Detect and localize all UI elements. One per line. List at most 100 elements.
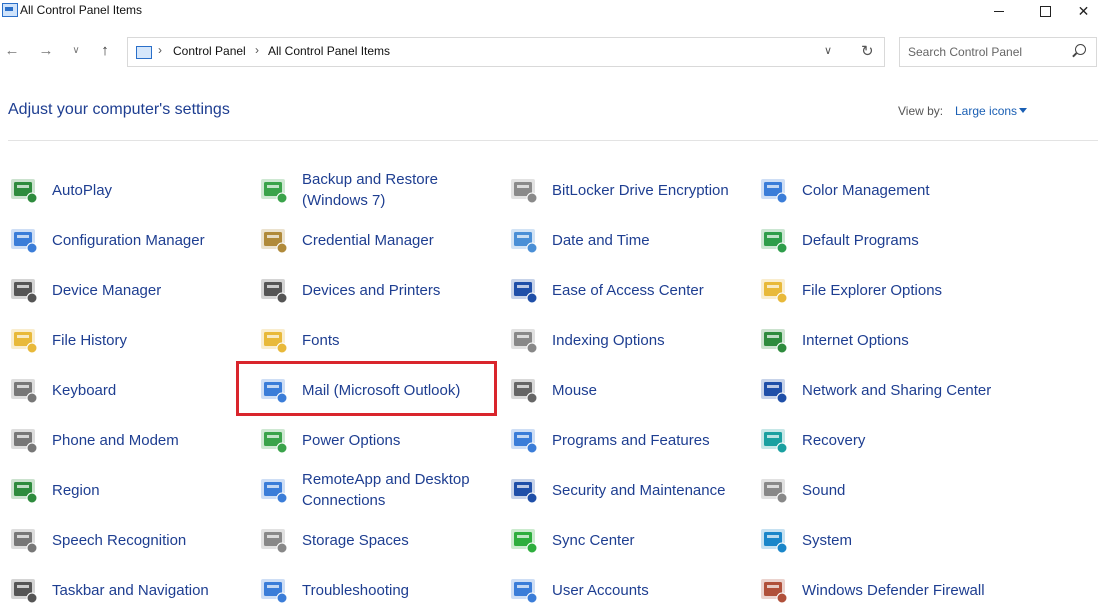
taskbar-navigation-icon — [11, 579, 38, 604]
control-panel-item[interactable]: Date and Time — [508, 218, 748, 262]
minimize-icon — [994, 10, 1004, 12]
control-panel-item[interactable]: File Explorer Options — [758, 268, 998, 312]
recent-locations-button[interactable]: ∨ — [64, 38, 88, 62]
control-panel-item[interactable]: Network and Sharing Center — [758, 368, 998, 412]
control-panel-item-label: RemoteApp and Desktop Connections — [302, 471, 470, 509]
chevron-down-icon: ∨ — [824, 45, 833, 57]
search-icon[interactable] — [1075, 44, 1086, 55]
control-panel-item-label: Storage Spaces — [302, 531, 409, 549]
forward-button[interactable]: → — [34, 38, 58, 62]
bitlocker-icon — [511, 179, 538, 204]
close-icon: ✕ — [1077, 2, 1090, 19]
control-panel-item[interactable]: Fonts — [258, 318, 498, 362]
date-time-icon — [511, 229, 538, 254]
control-panel-item[interactable]: Indexing Options — [508, 318, 748, 362]
control-panel-item[interactable]: Speech Recognition — [8, 518, 248, 562]
control-panel-item-label: Phone and Modem — [52, 431, 179, 449]
control-panel-item-label: Recovery — [802, 431, 866, 449]
control-panel-item[interactable]: Sound — [758, 468, 998, 512]
default-programs-icon — [761, 229, 788, 254]
control-panel-item[interactable]: System — [758, 518, 998, 562]
control-panel-item[interactable]: BitLocker Drive Encryption — [508, 168, 748, 212]
sync-center-icon — [511, 529, 538, 554]
control-panel-item-label: Device Manager — [52, 281, 162, 299]
control-panel-icon — [2, 3, 18, 17]
control-panel-item[interactable]: RemoteApp and Desktop Connections — [258, 468, 498, 512]
address-bar[interactable]: › Control Panel › All Control Panel Item… — [127, 37, 885, 67]
control-panel-item[interactable]: Programs and Features — [508, 418, 748, 462]
view-by-dropdown[interactable]: Large icons — [955, 104, 1017, 118]
control-panel-item-label: Keyboard — [52, 381, 117, 399]
fonts-icon — [261, 329, 288, 354]
refresh-button[interactable]: ↻ — [861, 42, 874, 60]
maximize-button[interactable] — [1022, 0, 1068, 22]
control-panel-item-label: Default Programs — [802, 231, 919, 249]
control-panel-item-label: Ease of Access Center — [552, 281, 704, 299]
control-panel-item-label: Devices and Printers — [302, 281, 441, 299]
control-panel-item-label: Mouse — [552, 381, 598, 399]
control-panel-item[interactable]: Mouse — [508, 368, 748, 412]
control-panel-icon — [136, 46, 152, 59]
control-panel-item[interactable]: Credential Manager — [258, 218, 498, 262]
backup-restore-icon — [261, 179, 288, 204]
arrow-left-icon: ← — [4, 41, 20, 59]
control-panel-item-label: Sound — [802, 481, 846, 499]
control-panel-item-label: BitLocker Drive Encryption — [552, 181, 729, 199]
device-manager-icon — [11, 279, 38, 304]
control-panel-item-label: Network and Sharing Center — [802, 381, 992, 399]
search-input[interactable]: Search Control Panel — [899, 37, 1097, 67]
control-panel-item[interactable]: Taskbar and Navigation — [8, 568, 248, 612]
breadcrumb-control-panel[interactable]: Control Panel — [173, 44, 246, 58]
control-panel-item-label: Region — [52, 481, 100, 499]
control-panel-item[interactable]: Backup and Restore (Windows 7) — [258, 168, 498, 212]
caret-down-icon[interactable] — [1019, 108, 1027, 113]
control-panel-item[interactable]: Phone and Modem — [8, 418, 248, 462]
control-panel-item-label: File History — [52, 331, 128, 349]
window-title: All Control Panel Items — [20, 3, 143, 17]
up-button[interactable]: ↑ — [93, 38, 117, 62]
maximize-icon — [1039, 5, 1051, 17]
control-panel-item[interactable]: Default Programs — [758, 218, 998, 262]
indexing-options-icon — [511, 329, 538, 354]
ease-of-access-icon — [511, 279, 538, 304]
autoplay-icon — [11, 179, 38, 204]
control-panel-item[interactable]: User Accounts — [508, 568, 748, 612]
region-icon — [11, 479, 38, 504]
control-panel-item-label: Programs and Features — [552, 431, 710, 449]
control-panel-item[interactable]: Recovery — [758, 418, 998, 462]
control-panel-item[interactable]: Internet Options — [758, 318, 998, 362]
control-panel-item-label: AutoPlay — [52, 181, 113, 199]
control-panel-item[interactable]: Storage Spaces — [258, 518, 498, 562]
control-panel-item[interactable]: Configuration Manager — [8, 218, 248, 262]
control-panel-item[interactable]: Security and Maintenance — [508, 468, 748, 512]
address-dropdown-button[interactable]: ∨ — [824, 44, 832, 57]
control-panel-item[interactable]: Sync Center — [508, 518, 748, 562]
power-options-icon — [261, 429, 288, 454]
navigation-bar: ← → ∨ ↑ › Control Panel › All Control Pa… — [0, 30, 1101, 74]
control-panel-item[interactable]: Device Manager — [8, 268, 248, 312]
chevron-down-icon: ∨ — [72, 44, 80, 56]
sound-icon — [761, 479, 788, 504]
troubleshooting-icon — [261, 579, 288, 604]
storage-spaces-icon — [261, 529, 288, 554]
control-panel-item[interactable]: Devices and Printers — [258, 268, 498, 312]
control-panel-item[interactable]: AutoPlay — [8, 168, 248, 212]
control-panel-item-label: Speech Recognition — [52, 531, 187, 549]
minimize-button[interactable] — [976, 0, 1022, 22]
control-panel-item[interactable]: Power Options — [258, 418, 498, 462]
control-panel-item[interactable]: File History — [8, 318, 248, 362]
back-button[interactable]: ← — [0, 38, 24, 62]
control-panel-item[interactable]: Region — [8, 468, 248, 512]
control-panel-item[interactable]: Troubleshooting — [258, 568, 498, 612]
control-panel-item-label: Fonts — [302, 331, 340, 349]
breadcrumb-all-items[interactable]: All Control Panel Items — [268, 44, 390, 58]
control-panel-item-label: Power Options — [302, 431, 401, 449]
close-button[interactable]: ✕ — [1066, 0, 1101, 22]
refresh-icon: ↻ — [861, 43, 874, 60]
control-panel-item[interactable]: Windows Defender Firewall — [758, 568, 998, 612]
color-management-icon — [761, 179, 788, 204]
control-panel-item[interactable]: Color Management — [758, 168, 998, 212]
control-panel-item-label: Backup and Restore (Windows 7) — [302, 171, 438, 209]
control-panel-item[interactable]: Keyboard — [8, 368, 248, 412]
control-panel-item[interactable]: Ease of Access Center — [508, 268, 748, 312]
